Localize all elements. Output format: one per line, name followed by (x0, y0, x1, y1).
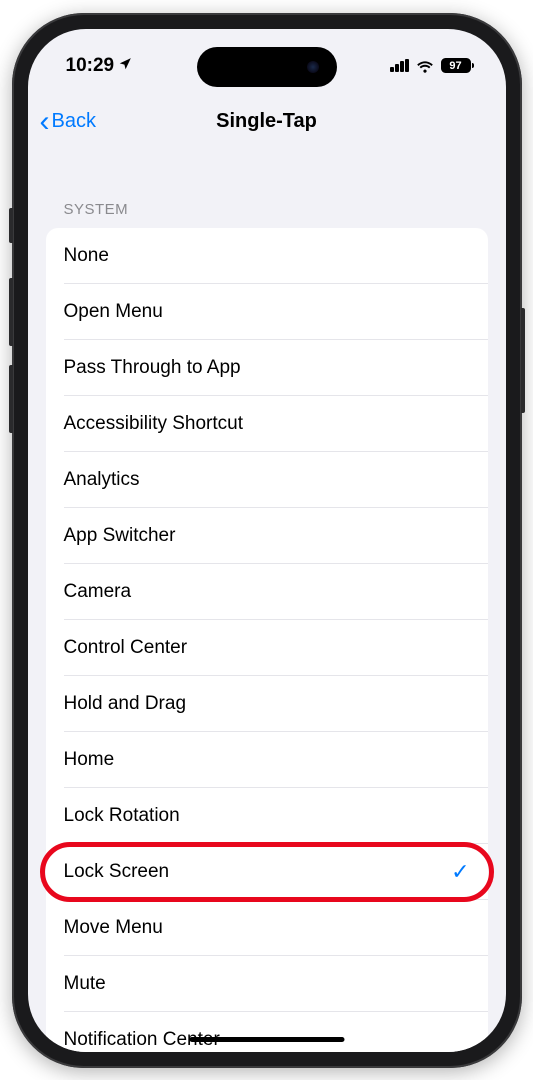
navigation-bar: ‹ Back Single-Tap (28, 91, 506, 153)
list-item[interactable]: Lock Rotation (46, 788, 488, 844)
list-item-label: App Switcher (64, 525, 176, 547)
list-item-label: Home (64, 749, 115, 771)
list-item-label: Camera (64, 581, 132, 603)
list-item-label: Accessibility Shortcut (64, 413, 244, 435)
back-button[interactable]: ‹ Back (40, 107, 96, 137)
content-area: SYSTEM None Open Menu Pass Through to App A… (28, 153, 506, 1052)
status-right: 97 (390, 58, 474, 73)
list-item[interactable]: Home (46, 732, 488, 788)
settings-list: None Open Menu Pass Through to App Accessib… (46, 228, 488, 1052)
list-item-label: Pass Through to App (64, 357, 241, 379)
list-item-label: Hold and Drag (64, 693, 187, 715)
status-left: 10:29 (66, 55, 133, 77)
list-item[interactable]: App Switcher (46, 508, 488, 564)
list-item[interactable]: Mute (46, 956, 488, 1012)
screen: 10:29 97 (28, 29, 506, 1052)
list-item-label: Lock Rotation (64, 805, 180, 827)
wifi-icon (416, 59, 434, 73)
section-header: SYSTEM (46, 153, 488, 228)
back-label: Back (52, 110, 96, 133)
cellular-signal-icon (390, 59, 409, 72)
battery-icon: 97 (441, 58, 474, 73)
volume-up-button (9, 278, 13, 346)
list-item-label: Control Center (64, 637, 188, 659)
list-item[interactable]: Pass Through to App (46, 340, 488, 396)
list-item[interactable]: Accessibility Shortcut (46, 396, 488, 452)
page-title: Single-Tap (28, 110, 506, 133)
status-time: 10:29 (66, 55, 115, 77)
list-item-label: Move Menu (64, 917, 163, 939)
battery-level: 97 (449, 60, 461, 72)
chevron-left-icon: ‹ (40, 107, 50, 137)
list-item[interactable]: Analytics (46, 452, 488, 508)
dynamic-island (197, 47, 337, 87)
list-item[interactable]: Control Center (46, 620, 488, 676)
list-item[interactable]: Hold and Drag (46, 676, 488, 732)
list-item-label: Analytics (64, 469, 140, 491)
list-item[interactable]: Lock Screen ✓ (46, 844, 488, 900)
list-item-label: None (64, 245, 109, 267)
list-item[interactable]: Open Menu (46, 284, 488, 340)
location-icon (118, 55, 132, 77)
ringer-switch (9, 208, 13, 243)
list-item-label: Lock Screen (64, 861, 170, 883)
list-item-label: Mute (64, 973, 106, 995)
list-item[interactable]: Camera (46, 564, 488, 620)
phone-frame: 10:29 97 (12, 13, 522, 1068)
list-item[interactable]: None (46, 228, 488, 284)
volume-down-button (9, 365, 13, 433)
list-item[interactable]: Notification Center (46, 1012, 488, 1052)
checkmark-icon: ✓ (451, 859, 469, 885)
list-item[interactable]: Move Menu (46, 900, 488, 956)
list-item-label: Open Menu (64, 301, 163, 323)
home-indicator[interactable] (189, 1037, 344, 1042)
power-button (521, 308, 525, 413)
